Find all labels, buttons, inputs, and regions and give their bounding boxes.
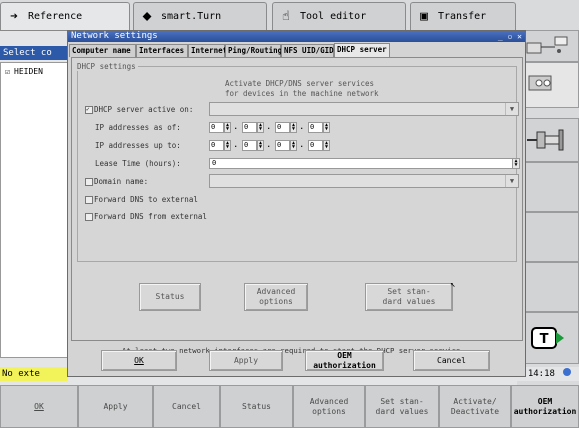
lease-time-label: Lease Time (hours): xyxy=(95,159,181,168)
softkey-ok[interactable]: OK xyxy=(0,385,78,428)
dialog-apply-button[interactable]: Apply xyxy=(209,350,283,371)
softkey-status[interactable]: Status xyxy=(220,385,293,428)
ip-separator: . xyxy=(266,140,272,150)
hand-pointer-icon: ☝ xyxy=(282,9,290,24)
tab-dhcp-server[interactable]: DHCP server xyxy=(334,43,390,57)
domain-checkbox[interactable] xyxy=(85,178,93,186)
domain-label: Domain name: xyxy=(94,177,149,186)
ip-separator: . xyxy=(299,122,305,132)
spin-arrows-icon[interactable]: ▲ ▼ xyxy=(512,159,519,168)
spin-arrows-icon[interactable]: ▲ ▼ xyxy=(224,122,231,133)
tab-nfs-uid-gid[interactable]: NFS UID/GID xyxy=(281,44,334,57)
dialog-ok-button[interactable]: OK xyxy=(101,350,177,371)
tab-ping-routing[interactable]: Ping/Routing xyxy=(225,44,282,57)
set-standard-values-button[interactable]: Set stan- dard values xyxy=(365,283,453,311)
softkey-activate-deactivate[interactable]: Activate/ Deactivate xyxy=(439,385,511,428)
ip-separator: . xyxy=(233,140,239,150)
checkbox-icon: ☑ xyxy=(5,67,10,76)
forward-dns-external-checkbox[interactable] xyxy=(85,196,93,204)
softkey-apply[interactable]: Apply xyxy=(78,385,153,428)
tool-change-icon xyxy=(527,129,564,151)
spin-arrows-icon[interactable]: ▲ ▼ xyxy=(323,140,330,151)
group-label: DHCP settings xyxy=(75,62,138,71)
spin-arrows-icon[interactable]: ▲ ▼ xyxy=(290,140,297,151)
chevron-down-icon: ▼ xyxy=(505,175,518,187)
softkey-empty-5[interactable] xyxy=(517,212,579,262)
tool-change-softkey[interactable] xyxy=(517,118,579,162)
floppy-disk-icon: ▣ xyxy=(420,9,428,24)
status-bar: No exte xyxy=(0,367,68,381)
spin-arrows-icon[interactable]: ▲ ▼ xyxy=(290,122,297,133)
tab-transfer[interactable]: ▣ Transfer xyxy=(410,2,516,30)
tab-internet[interactable]: Internet xyxy=(188,44,227,57)
ip-from-octet-4[interactable]: 0 xyxy=(308,122,323,133)
advanced-options-button[interactable]: Advanced options xyxy=(244,283,308,311)
file-tree[interactable]: ☑ HEIDEN xyxy=(0,62,68,358)
ip-to-label: IP addresses up to: xyxy=(95,141,181,150)
tab-label: Tool editor xyxy=(300,11,367,22)
tab-label: Reference xyxy=(28,11,83,22)
dhcp-active-checkbox[interactable]: ✓ xyxy=(85,106,93,114)
ip-to-octet-4[interactable]: 0 xyxy=(308,140,323,151)
tab-tool-editor[interactable]: ☝ Tool editor xyxy=(272,2,406,30)
dialog-title: Network settings _ ▫ ✕ xyxy=(68,31,525,42)
tab-smart-turn[interactable]: ⬥ smart.Turn xyxy=(133,2,267,30)
forward-dns-external-label: Forward DNS to external xyxy=(94,195,198,204)
ip-from-octet-3[interactable]: 0 xyxy=(275,122,290,133)
ip-to-octet-1[interactable]: 0 xyxy=(209,140,224,151)
select-header: Select co xyxy=(0,46,68,60)
ip-separator: . xyxy=(233,122,239,132)
dhcp-active-label: DHCP server active on: xyxy=(94,105,194,114)
diamond-arrow-icon: ⬥ xyxy=(142,9,152,24)
svg-text:T: T xyxy=(540,332,549,347)
machine-mode-icon xyxy=(526,36,568,54)
info-icon xyxy=(563,368,572,376)
forward-dns-from-external-checkbox[interactable] xyxy=(85,213,93,221)
spin-arrows-icon[interactable]: ▲ ▼ xyxy=(224,140,231,151)
arrow-right-icon: ➔ xyxy=(10,9,18,24)
spin-arrows-icon[interactable]: ▲ ▼ xyxy=(257,140,264,151)
tree-item[interactable]: HEIDEN xyxy=(14,67,43,76)
lease-time-field[interactable]: 0 ▲ ▼ xyxy=(209,158,520,169)
clock: 5:14:18 xyxy=(517,367,579,381)
softkey-oem-authorization[interactable]: OEM authorization xyxy=(511,385,579,428)
tool-holder-icon xyxy=(528,75,552,91)
machine-mode-softkey[interactable] xyxy=(517,30,579,62)
info-line-1: Activate DHCP/DNS server services xyxy=(225,79,375,88)
tab-reference[interactable]: ➔ Reference xyxy=(0,2,130,30)
tab-label: smart.Turn xyxy=(161,11,222,22)
ip-separator: . xyxy=(266,122,272,132)
tab-label: Transfer xyxy=(438,11,487,22)
dhcp-interface-select[interactable]: ▼ xyxy=(209,102,519,116)
ip-to-octet-2[interactable]: 0 xyxy=(242,140,257,151)
forward-dns-from-external-label: Forward DNS from external xyxy=(94,212,207,221)
domain-name-select[interactable]: ▼ xyxy=(209,174,519,188)
info-line-2: for devices in the machine network xyxy=(225,89,379,98)
network-settings-dialog: Network settings _ ▫ ✕ Computer name Int… xyxy=(67,30,526,377)
softkey-empty-4[interactable] xyxy=(517,162,579,212)
softkey-empty-6[interactable] xyxy=(517,262,579,312)
mouse-cursor-icon: ↖ xyxy=(450,280,456,290)
ip-from-octet-1[interactable]: 0 xyxy=(209,122,224,133)
spin-arrows-icon[interactable]: ▲ ▼ xyxy=(257,122,264,133)
dhcp-settings-panel: DHCP settings Activate DHCP/DNS server s… xyxy=(71,57,523,355)
chevron-down-icon: ▼ xyxy=(505,103,518,115)
ip-to-octet-3[interactable]: 0 xyxy=(275,140,290,151)
ip-separator: . xyxy=(299,140,305,150)
tool-t-icon: T xyxy=(531,327,564,349)
softkey-set-standard-values[interactable]: Set stan- dard values xyxy=(365,385,439,428)
tool-table-softkey[interactable]: T xyxy=(517,312,579,364)
softkey-advanced-options[interactable]: Advanced options xyxy=(293,385,365,428)
ip-from-octet-2[interactable]: 0 xyxy=(242,122,257,133)
spin-arrows-icon[interactable]: ▲ ▼ xyxy=(323,122,330,133)
window-controls-icon[interactable]: _ ▫ ✕ xyxy=(498,31,522,42)
tab-interfaces[interactable]: Interfaces xyxy=(136,44,188,57)
status-button[interactable]: Status xyxy=(139,283,201,311)
dialog-cancel-button[interactable]: Cancel xyxy=(413,350,490,371)
softkey-cancel[interactable]: Cancel xyxy=(153,385,220,428)
tab-computer-name[interactable]: Computer name xyxy=(69,44,136,57)
dialog-oem-authorization-button[interactable]: OEM authorization xyxy=(305,350,384,371)
ip-from-label: IP addresses as of: xyxy=(95,123,181,132)
tool-holder-softkey[interactable] xyxy=(517,62,579,108)
